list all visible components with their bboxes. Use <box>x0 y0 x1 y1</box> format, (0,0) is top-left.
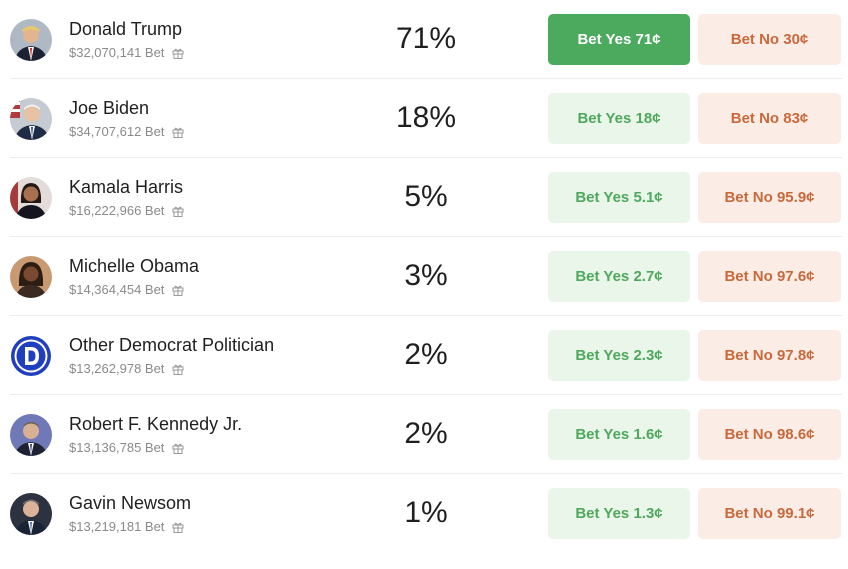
bet-volume: $13,136,785 Bet <box>69 440 184 455</box>
candidate-row-other-democrat: Other Democrat Politician $13,262,978 Be… <box>0 316 848 395</box>
candidate-row-robert-f-kennedy-jr: Robert F. Kennedy Jr. $13,136,785 Bet 2%… <box>0 395 848 474</box>
candidate-name: Donald Trump <box>69 19 183 39</box>
bet-yes-button[interactable]: Bet Yes 18¢ <box>548 93 690 144</box>
probability-percent: 71% <box>395 22 457 55</box>
bet-volume: $34,707,612 Bet <box>69 124 184 139</box>
probability-percent: 5% <box>404 180 448 213</box>
bet-yes-button[interactable]: Bet Yes 1.3¢ <box>548 488 690 539</box>
bet-yes-button[interactable]: Bet Yes 5.1¢ <box>548 172 690 223</box>
bet-yes-button[interactable]: Bet Yes 71¢ <box>548 14 690 65</box>
bet-volume-text: $13,219,181 Bet <box>69 519 165 534</box>
candidate-row-joe-biden: Joe Biden $34,707,612 Bet 18% Bet Yes 18… <box>0 79 848 158</box>
bet-no-button[interactable]: Bet No 83¢ <box>698 93 841 144</box>
candidate-market-list: Donald Trump $32,070,141 Bet 71% Bet Yes… <box>0 0 848 569</box>
gift-icon[interactable] <box>172 284 184 296</box>
bet-volume-text: $34,707,612 Bet <box>69 124 165 139</box>
avatar <box>10 493 52 535</box>
bet-no-button[interactable]: Bet No 97.8¢ <box>698 330 841 381</box>
bet-no-button[interactable]: Bet No 30¢ <box>698 14 841 65</box>
probability-percent: 1% <box>404 496 448 529</box>
candidate-row-kamala-harris: Kamala Harris $16,222,966 Bet 5% Bet Yes… <box>0 158 848 237</box>
probability-percent: 2% <box>404 338 448 371</box>
candidate-name: Robert F. Kennedy Jr. <box>69 414 243 434</box>
probability-percent: 18% <box>395 101 457 134</box>
avatar <box>10 177 52 219</box>
democrat-logo-icon <box>10 335 52 377</box>
gift-icon[interactable] <box>172 521 184 533</box>
bet-volume: $16,222,966 Bet <box>69 203 184 218</box>
bet-yes-button[interactable]: Bet Yes 1.6¢ <box>548 409 690 460</box>
gift-icon[interactable] <box>172 205 184 217</box>
bet-volume: $13,262,978 Bet <box>69 361 184 376</box>
candidate-row-gavin-newsom: Gavin Newsom $13,219,181 Bet 1% Bet Yes … <box>0 474 848 553</box>
candidate-name: Kamala Harris <box>69 177 184 197</box>
bet-volume-text: $16,222,966 Bet <box>69 203 165 218</box>
bet-no-button[interactable]: Bet No 97.6¢ <box>698 251 841 302</box>
bet-volume-text: $32,070,141 Bet <box>69 45 165 60</box>
bet-volume: $32,070,141 Bet <box>69 45 184 60</box>
bet-yes-button[interactable]: Bet Yes 2.7¢ <box>548 251 690 302</box>
bet-volume-text: $14,364,454 Bet <box>69 282 165 297</box>
candidate-row-michelle-obama: Michelle Obama $14,364,454 Bet 3% Bet Ye… <box>0 237 848 316</box>
bet-volume-text: $13,262,978 Bet <box>69 361 165 376</box>
avatar <box>10 19 52 61</box>
probability-percent: 3% <box>404 259 448 292</box>
candidate-name: Joe Biden <box>69 98 150 118</box>
bet-yes-button[interactable]: Bet Yes 2.3¢ <box>548 330 690 381</box>
gift-icon[interactable] <box>172 442 184 454</box>
gift-icon[interactable] <box>172 363 184 375</box>
bet-volume-text: $13,136,785 Bet <box>69 440 165 455</box>
candidate-name: Michelle Obama <box>69 256 200 276</box>
bet-no-button[interactable]: Bet No 95.9¢ <box>698 172 841 223</box>
probability-percent: 2% <box>404 417 448 450</box>
avatar <box>10 256 52 298</box>
bet-volume: $14,364,454 Bet <box>69 282 184 297</box>
bet-no-button[interactable]: Bet No 99.1¢ <box>698 488 841 539</box>
candidate-name: Other Democrat Politician <box>69 335 275 355</box>
bet-no-button[interactable]: Bet No 98.6¢ <box>698 409 841 460</box>
gift-icon[interactable] <box>172 126 184 138</box>
avatar <box>10 98 52 140</box>
bet-volume: $13,219,181 Bet <box>69 519 184 534</box>
avatar <box>10 414 52 456</box>
candidate-row-donald-trump: Donald Trump $32,070,141 Bet 71% Bet Yes… <box>0 0 848 79</box>
candidate-name: Gavin Newsom <box>69 493 192 513</box>
gift-icon[interactable] <box>172 47 184 59</box>
